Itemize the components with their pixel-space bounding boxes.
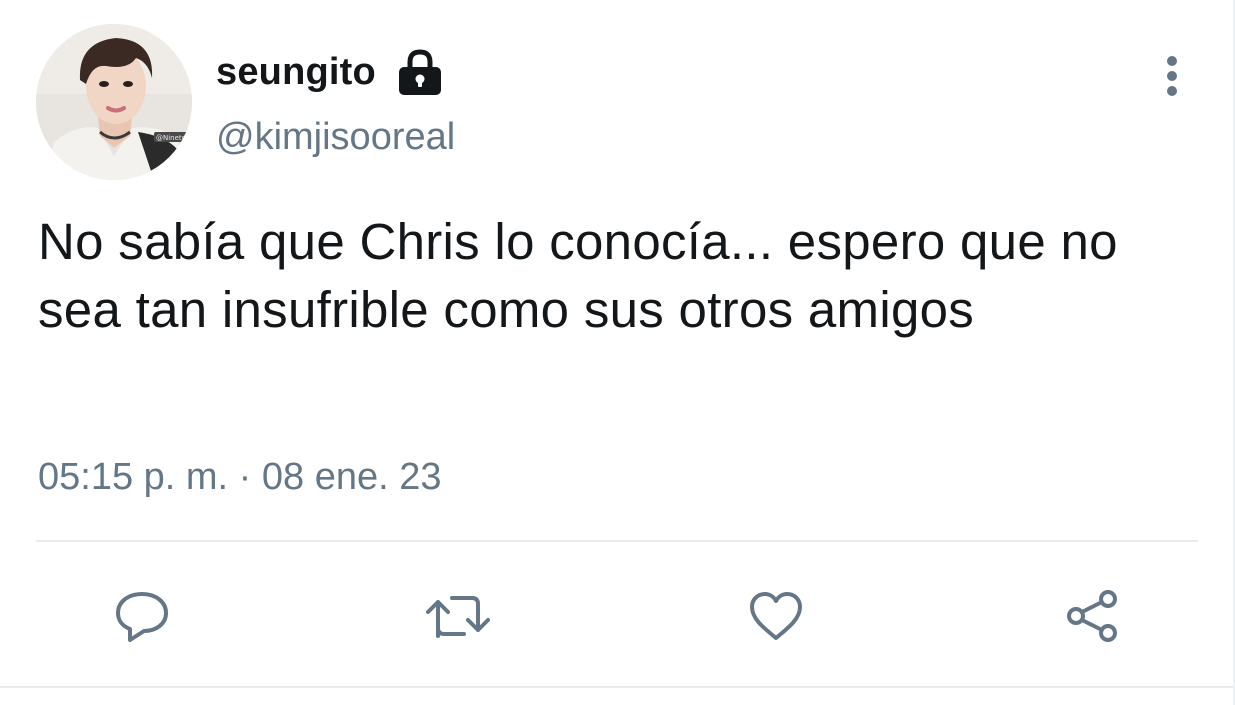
share-button[interactable] [1056,580,1128,652]
share-icon [1067,590,1117,642]
author-handle[interactable]: @kimjisooreal [216,116,455,159]
author-name-row: seungito [216,44,444,100]
retweet-icon [426,596,490,638]
retweet-button[interactable] [422,580,494,652]
lock-icon [396,47,444,97]
like-button[interactable] [740,580,812,652]
divider [36,540,1198,542]
heart-icon [750,592,802,640]
more-vertical-icon[interactable] [1150,52,1194,100]
bottom-border [0,686,1235,688]
display-name[interactable]: seungito [216,51,376,94]
avatar-image: @Ninetoes [36,24,192,180]
avatar-watermark: @Ninetoes [156,134,192,142]
tweet-card: @Ninetoes seungito @kimjisooreal No sabí… [0,0,1235,705]
reply-icon [116,592,168,642]
tweet-text: No sabía que Chris lo conocía... espero … [38,213,1118,338]
reply-button[interactable] [106,580,178,652]
avatar[interactable]: @Ninetoes [36,24,192,180]
tweet-timestamp[interactable]: 05:15 p. m. · 08 ene. 23 [38,456,442,499]
